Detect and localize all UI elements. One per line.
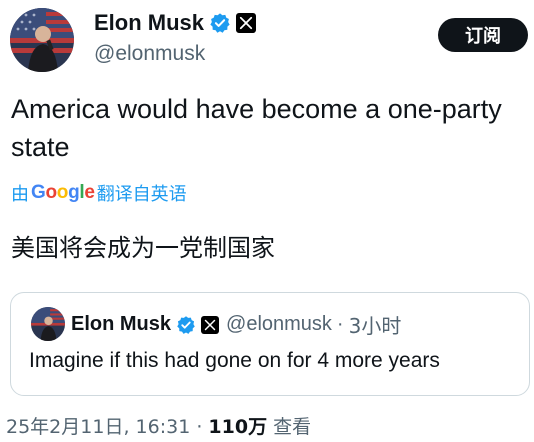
- quote-time[interactable]: 3小时: [349, 310, 402, 339]
- meta-separator: ·: [196, 416, 203, 438]
- verified-badge-icon: [209, 12, 231, 34]
- x-logo-icon: [236, 13, 257, 33]
- quote-display-name[interactable]: Elon Musk: [71, 313, 171, 336]
- quote-handle[interactable]: @elonmusk: [226, 313, 332, 336]
- quoted-tweet[interactable]: Elon Musk @elonmusk · 3小时 Imagine if thi…: [10, 292, 530, 396]
- x-logo-icon: [201, 315, 220, 334]
- views-label: 查看: [273, 416, 312, 438]
- translate-suffix: 翻译自英语: [96, 184, 187, 205]
- author-handle[interactable]: @elonmusk: [94, 42, 205, 66]
- translate-prefix: 由: [11, 184, 29, 205]
- translation-attribution[interactable]: 由 Google 翻译自英语: [11, 180, 187, 206]
- author-name-row: Elon Musk: [94, 10, 257, 36]
- verified-badge-icon: [176, 315, 196, 335]
- views-count: 110万: [208, 416, 268, 438]
- quote-author-avatar[interactable]: [31, 307, 65, 341]
- author-avatar[interactable]: [10, 8, 74, 72]
- tweet-header: Elon Musk @elonmusk 订阅: [0, 0, 534, 90]
- tweet-timestamp[interactable]: 25年2月11日, 16:31: [6, 416, 190, 438]
- quote-separator: ·: [336, 313, 344, 335]
- author-display-name[interactable]: Elon Musk: [94, 10, 204, 36]
- subscribe-button[interactable]: 订阅: [438, 18, 528, 52]
- tweet-meta: 25年2月11日, 16:31 · 110万 查看: [6, 412, 311, 439]
- google-logo-text: Google: [31, 182, 95, 203]
- tweet-text: America would have become a one-party st…: [11, 94, 502, 162]
- quote-header: Elon Musk @elonmusk · 3小时: [71, 310, 401, 339]
- quote-text: Imagine if this had gone on for 4 more y…: [29, 349, 440, 372]
- translated-text: 美国将会成为一党制国家: [11, 234, 275, 262]
